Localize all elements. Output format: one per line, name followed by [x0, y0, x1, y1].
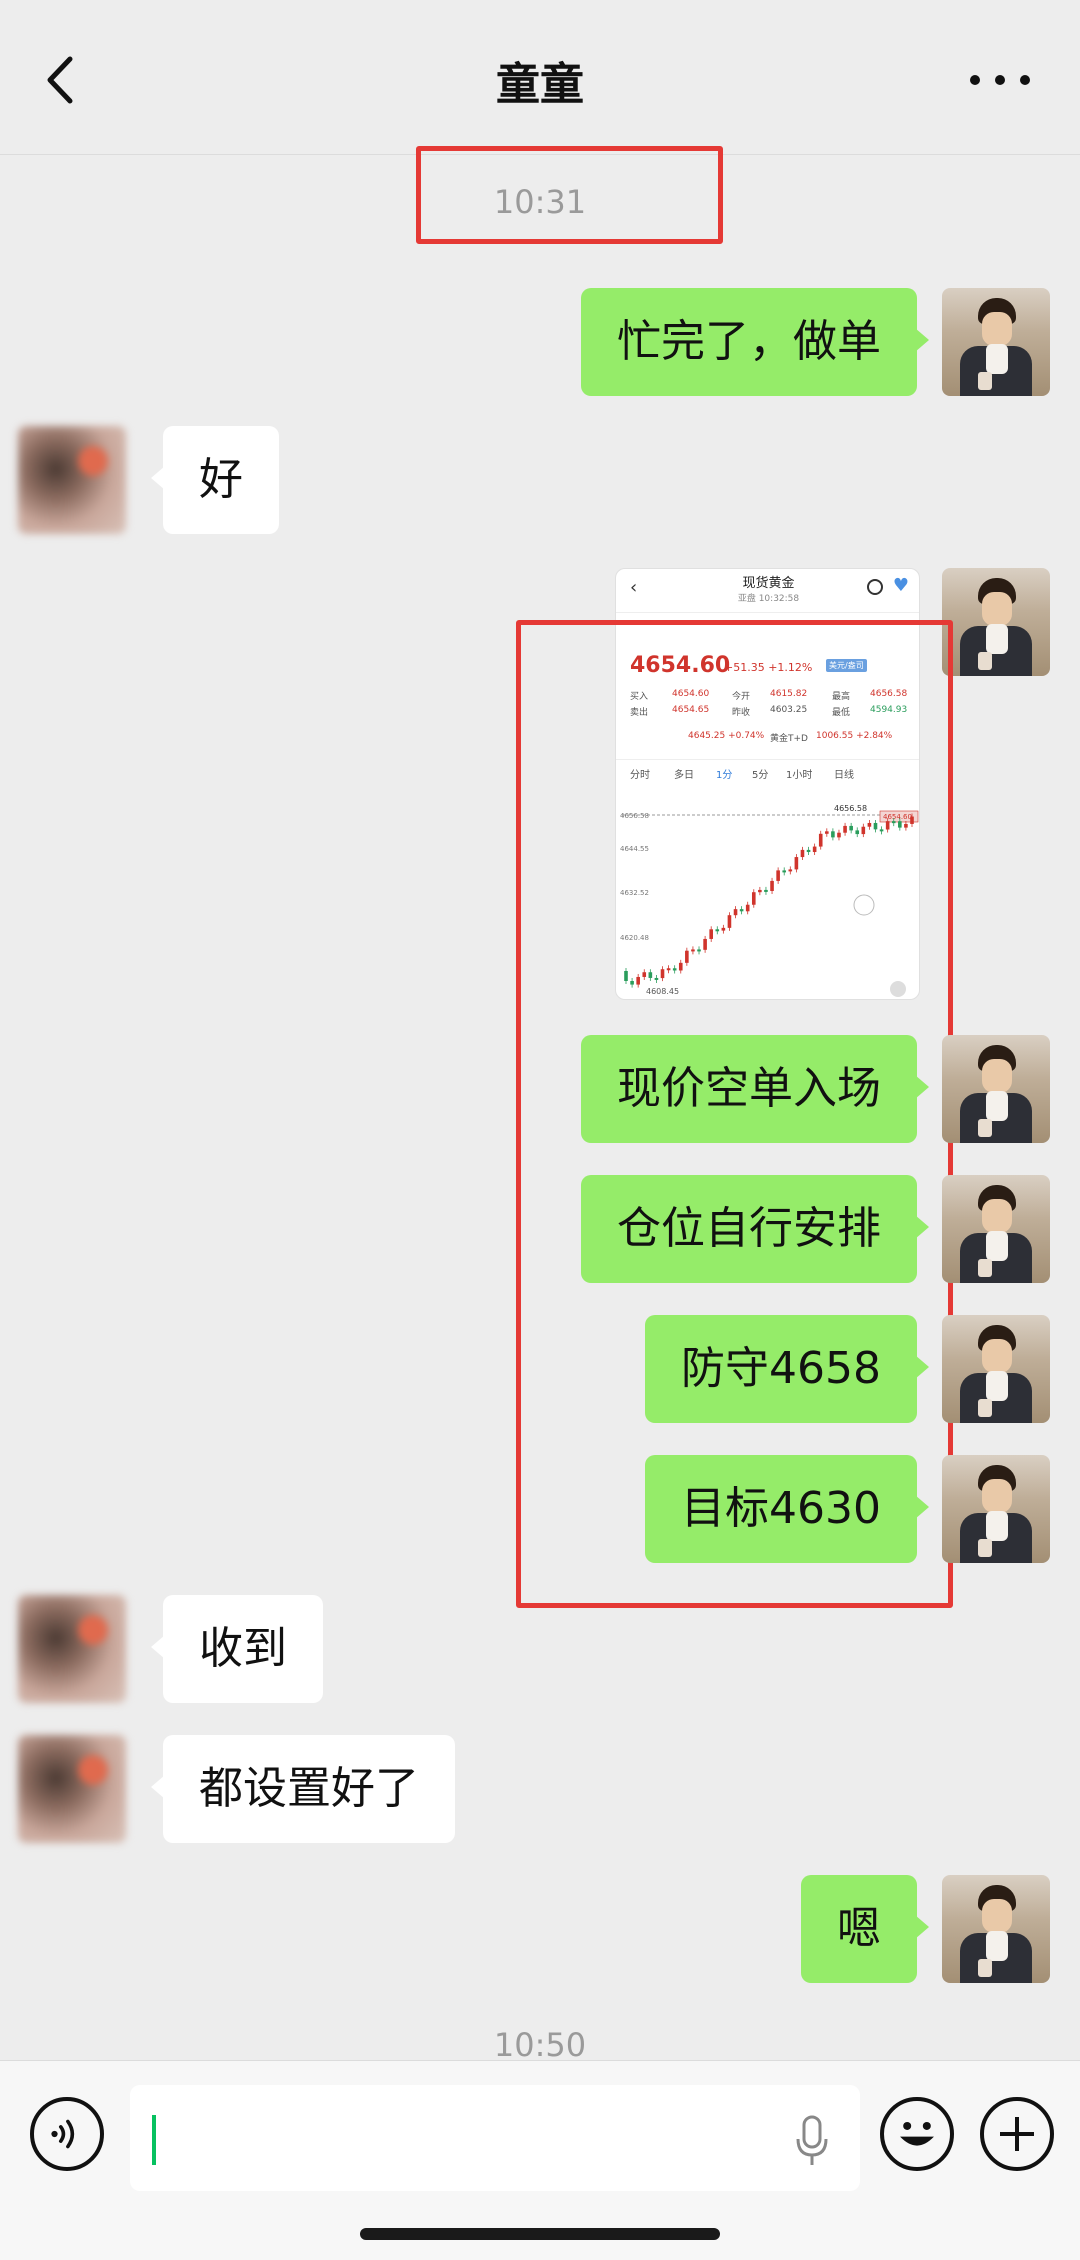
home-indicator: [360, 2228, 720, 2240]
my-avatar[interactable]: [942, 288, 1050, 396]
message-bubble-me[interactable]: 防守4658: [645, 1315, 929, 1423]
my-avatar[interactable]: [942, 1315, 1050, 1423]
my-avatar[interactable]: [942, 1035, 1050, 1143]
more-dots-icon[interactable]: [970, 70, 1030, 90]
my-avatar[interactable]: [942, 1455, 1050, 1563]
message-bubble-me[interactable]: 嗯: [801, 1875, 929, 1983]
message-bubble-other[interactable]: 好: [151, 426, 279, 534]
message-input[interactable]: [130, 2085, 860, 2191]
plus-icon[interactable]: [980, 2097, 1054, 2171]
message-bubble-other[interactable]: 都设置好了: [151, 1735, 455, 1843]
contact-avatar[interactable]: [18, 1735, 126, 1843]
my-avatar[interactable]: [942, 1875, 1050, 1983]
annotation-box-time: [416, 146, 723, 244]
message-bubble-me[interactable]: 现价空单入场: [581, 1035, 929, 1143]
my-avatar[interactable]: [942, 1175, 1050, 1283]
message-bubble-other[interactable]: 收到: [151, 1595, 323, 1703]
message-bubble-me[interactable]: 目标4630: [645, 1455, 929, 1563]
voice-icon[interactable]: [30, 2097, 104, 2171]
message-bubble-me[interactable]: 仓位自行安排: [581, 1175, 929, 1283]
chat-title: 童童: [496, 59, 584, 110]
emoji-icon[interactable]: [880, 2097, 954, 2171]
text-cursor: [152, 2115, 156, 2165]
contact-avatar[interactable]: [18, 1595, 126, 1703]
mic-icon[interactable]: [792, 2111, 832, 2171]
timestamp: 10:50: [493, 2026, 587, 2064]
my-avatar[interactable]: [942, 568, 1050, 676]
chat-header: 童童: [0, 0, 1080, 155]
message-bubble-me[interactable]: 忙完了，做单: [581, 288, 929, 396]
contact-avatar[interactable]: [18, 426, 126, 534]
